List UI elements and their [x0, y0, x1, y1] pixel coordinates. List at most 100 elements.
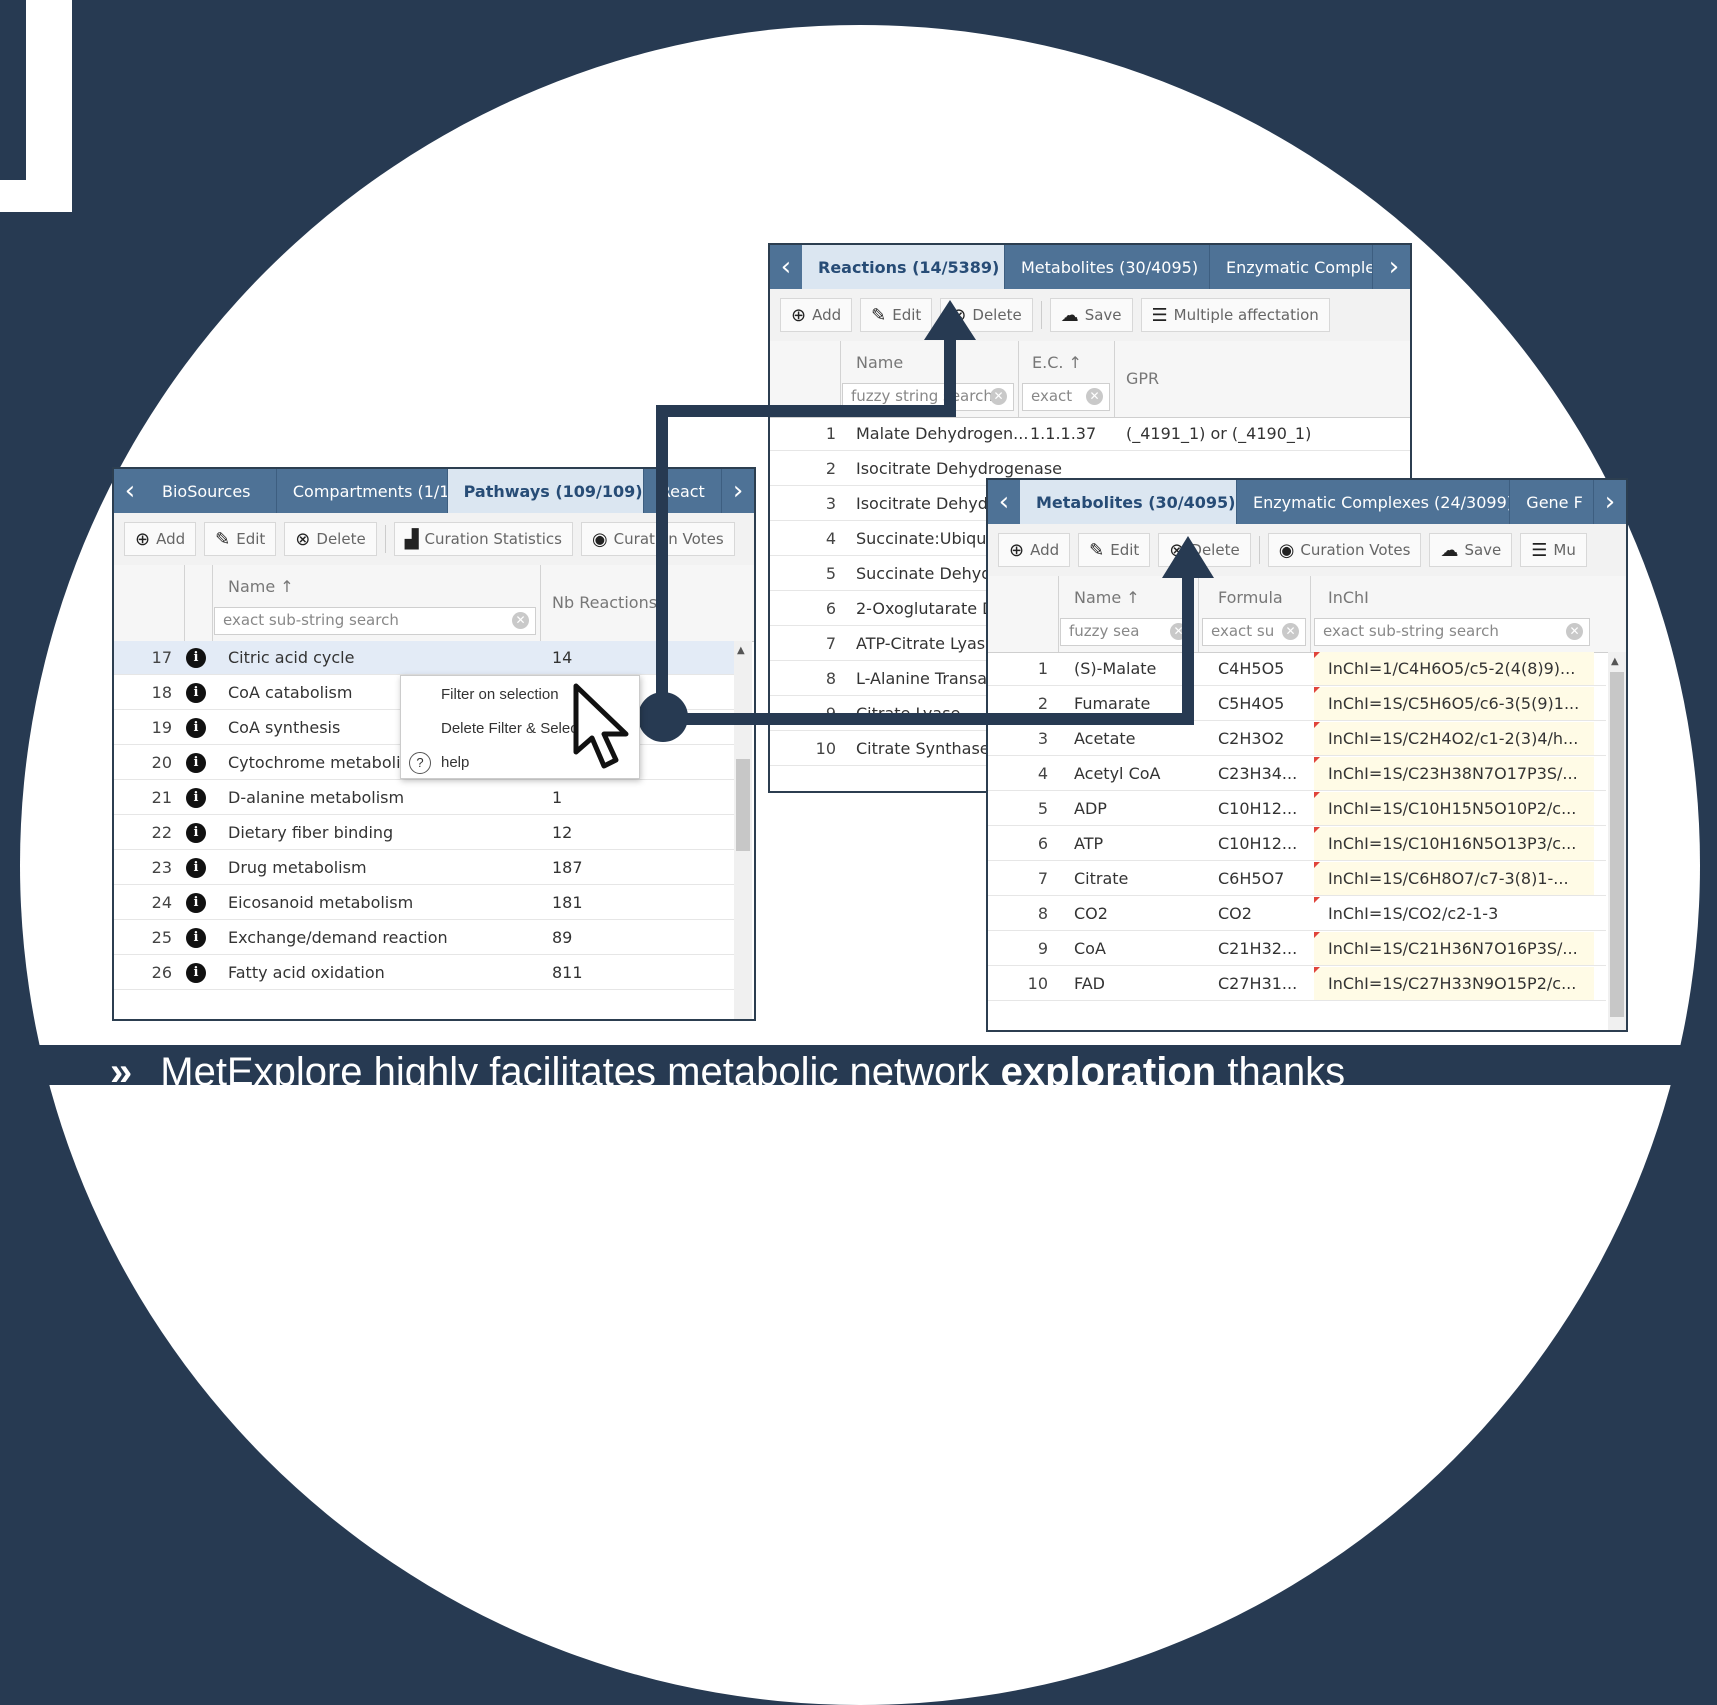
inchi-cell[interactable]: InChI=1S/C23H38N7O17P3S/...	[1314, 757, 1594, 790]
table-row[interactable]: 23 i Drug metabolism 187	[114, 851, 734, 885]
table-row[interactable]: 3 Acetate C2H3O2 InChI=1S/C2H4O2/c1-2(3)4/h…	[988, 722, 1606, 756]
info-icon[interactable]: i	[186, 928, 206, 948]
add-button[interactable]: ⊕ Add	[780, 298, 853, 332]
tab-prev-icon[interactable]: ‹	[114, 469, 146, 513]
curation-statistics-button[interactable]: ▟ Curation Statistics	[393, 522, 573, 556]
inchi-cell[interactable]: InChI=1S/C10H15N5O10P2/c...	[1314, 792, 1594, 825]
vote-icon: ◉	[591, 528, 608, 550]
save-button[interactable]: ☁ Save	[1049, 298, 1133, 332]
reactions-tabbar: ‹ Reactions (14/5389) Metabolites (30/40…	[770, 245, 1410, 289]
table-row[interactable]: 1 Malate Dehydrogen... 1.1.1.37 (_4191_1) o…	[770, 417, 1410, 451]
inchi-cell[interactable]: InChI=1S/C27H33N9O15P2/c...	[1314, 967, 1594, 1000]
tab-genes[interactable]: Gene F	[1510, 480, 1594, 524]
table-row[interactable]: 21 i D-alanine metabolism 1	[114, 781, 734, 815]
column-nb-reactions-header[interactable]: Nb Reactions	[552, 593, 657, 612]
inchi-cell[interactable]: InChI=1S/CO2/c2-1-3	[1314, 897, 1594, 930]
edit-button[interactable]: ✎ Edit	[204, 522, 277, 556]
info-icon[interactable]: i	[186, 648, 206, 668]
tab-pathways[interactable]: Pathways (109/109)	[447, 469, 644, 513]
tab-metabolites[interactable]: Metabolites (30/4095)	[1005, 245, 1210, 289]
cloud-upload-icon: ☁	[1440, 539, 1459, 561]
column-inchi-header[interactable]: InChI	[1328, 588, 1369, 607]
edit-button[interactable]: ✎ Edit	[1078, 533, 1151, 567]
inchi-cell[interactable]: InChI=1S/C21H36N7O16P3S/...	[1314, 932, 1594, 965]
name-filter-input[interactable]: fuzzy sea ✕	[1060, 618, 1194, 646]
info-icon[interactable]: i	[186, 788, 206, 808]
table-row[interactable]: 6 ATP C10H12... InChI=1S/C10H16N5O13P3/c...	[988, 827, 1606, 861]
table-row[interactable]: 10 FAD C27H31... InChI=1S/C27H33N9O15P2/c..…	[988, 967, 1606, 1001]
clear-filter-icon[interactable]: ✕	[512, 612, 529, 629]
formula-filter-input[interactable]: exact su ✕	[1202, 618, 1306, 646]
clear-filter-icon[interactable]: ✕	[1566, 623, 1583, 640]
column-name-header[interactable]: Name ↑	[1074, 588, 1140, 607]
clear-filter-icon[interactable]: ✕	[1282, 623, 1299, 640]
ec-filter-input[interactable]: exact ✕	[1022, 383, 1110, 411]
info-icon[interactable]: i	[186, 718, 206, 738]
table-row[interactable]: 4 Acetyl CoA C23H34... InChI=1S/C23H38N7O17…	[988, 757, 1606, 791]
tab-next-icon[interactable]: ›	[1378, 245, 1410, 289]
table-row[interactable]: 1 (S)-Malate C4H5O5 InChI=1/C4H6O5/c5-2(4(8…	[988, 652, 1606, 686]
scrollbar-thumb[interactable]	[736, 759, 750, 851]
inchi-cell[interactable]: InChI=1S/C2H4O2/c1-2(3)4/h...	[1314, 722, 1594, 755]
scroll-up-icon[interactable]: ▲	[737, 645, 745, 656]
curation-votes-button[interactable]: ◉ Curation Votes	[1267, 533, 1422, 567]
scrollbar-thumb[interactable]	[1610, 672, 1624, 1017]
edit-button[interactable]: ✎ Edit	[860, 298, 933, 332]
table-row[interactable]: 22 i Dietary fiber binding 12	[114, 816, 734, 850]
sort-asc-icon: ↑	[1068, 353, 1082, 372]
column-name-header[interactable]: Name ↑	[228, 577, 294, 596]
table-row[interactable]: 5 ADP C10H12... InChI=1S/C10H15N5O10P2/c...	[988, 792, 1606, 826]
name-filter-input[interactable]: exact sub-string search ✕	[214, 607, 536, 635]
clear-filter-icon[interactable]: ✕	[990, 388, 1007, 405]
plus-circle-icon: ⊕	[791, 304, 807, 326]
tab-metabolites[interactable]: Metabolites (30/4095)	[1020, 480, 1237, 524]
add-button[interactable]: ⊕ Add	[124, 522, 197, 556]
multiple-affectation-button[interactable]: ☰ Multiple affectation	[1140, 298, 1330, 332]
multiple-affectation-button[interactable]: ☰ Mu	[1520, 533, 1587, 567]
column-gpr-header[interactable]: GPR	[1126, 369, 1159, 388]
info-icon[interactable]: i	[186, 858, 206, 878]
tab-enzymatic-complexes[interactable]: Enzymatic Complexes	[1210, 245, 1373, 289]
tab-reactions[interactable]: Reactions (14/5389)	[802, 245, 1005, 289]
info-icon[interactable]: i	[186, 683, 206, 703]
inchi-filter-input[interactable]: exact sub-string search ✕	[1314, 618, 1590, 646]
chart-icon: ▟	[404, 528, 419, 550]
column-name-header[interactable]: Name	[856, 353, 903, 372]
table-row[interactable]: 8 CO2 CO2 InChI=1S/CO2/c2-1-3	[988, 897, 1606, 931]
scroll-up-icon[interactable]: ▲	[1611, 656, 1619, 667]
metabolites-toolbar: ⊕ Add ✎ Edit ⊗ Delete ◉ Curation Votes ☁ Save…	[988, 524, 1626, 577]
add-button[interactable]: ⊕ Add	[998, 533, 1071, 567]
info-icon[interactable]: i	[186, 753, 206, 773]
table-row[interactable]: 25 i Exchange/demand reaction 89	[114, 921, 734, 955]
info-icon[interactable]: i	[186, 823, 206, 843]
arrow-up-icon	[1162, 536, 1214, 578]
inchi-cell[interactable]: InChI=1/C4H6O5/c5-2(4(8)9)...	[1314, 652, 1594, 685]
tab-biosources[interactable]: BioSources	[146, 469, 277, 513]
tab-enzymatic-complexes[interactable]: Enzymatic Complexes (24/3099)	[1237, 480, 1511, 524]
table-row[interactable]: 26 i Fatty acid oxidation 811	[114, 956, 734, 990]
tab-prev-icon[interactable]: ‹	[988, 480, 1020, 524]
info-icon[interactable]: i	[186, 893, 206, 913]
inchi-cell[interactable]: InChI=1S/C5H6O5/c6-3(5(9)1...	[1314, 687, 1594, 720]
inchi-cell[interactable]: InChI=1S/C10H16N5O13P3/c...	[1314, 827, 1594, 860]
table-row[interactable]: 24 i Eicosanoid metabolism 181	[114, 886, 734, 920]
column-formula-header[interactable]: Formula	[1218, 588, 1283, 607]
table-row-selected[interactable]: 17 i Citric acid cycle 14	[114, 641, 734, 675]
connector-line	[1182, 575, 1194, 725]
delete-button[interactable]: ⊗ Delete	[284, 522, 377, 556]
tab-next-icon[interactable]: ›	[1594, 480, 1626, 524]
pencil-icon: ✎	[1089, 539, 1105, 561]
table-row[interactable]: 9 CoA C21H32... InChI=1S/C21H36N7O16P3S/...	[988, 932, 1606, 966]
inchi-cell[interactable]: InChI=1S/C6H8O7/c7-3(8)1-...	[1314, 862, 1594, 895]
save-button[interactable]: ☁ Save	[1429, 533, 1513, 567]
column-ec-header[interactable]: E.C. ↑	[1032, 353, 1082, 372]
tab-next-icon[interactable]: ›	[722, 469, 754, 513]
table-row[interactable]: 7 Citrate C6H5O7 InChI=1S/C6H8O7/c7-3(8)1-.…	[988, 862, 1606, 896]
tab-compartments[interactable]: Compartments (1/1)	[277, 469, 448, 513]
tab-prev-icon[interactable]: ‹	[770, 245, 802, 289]
mouse-cursor-icon	[573, 683, 629, 769]
double-chevron-icon: »	[110, 1050, 133, 1094]
info-icon[interactable]: i	[186, 963, 206, 983]
sort-asc-icon: ↑	[280, 577, 294, 596]
clear-filter-icon[interactable]: ✕	[1086, 388, 1103, 405]
